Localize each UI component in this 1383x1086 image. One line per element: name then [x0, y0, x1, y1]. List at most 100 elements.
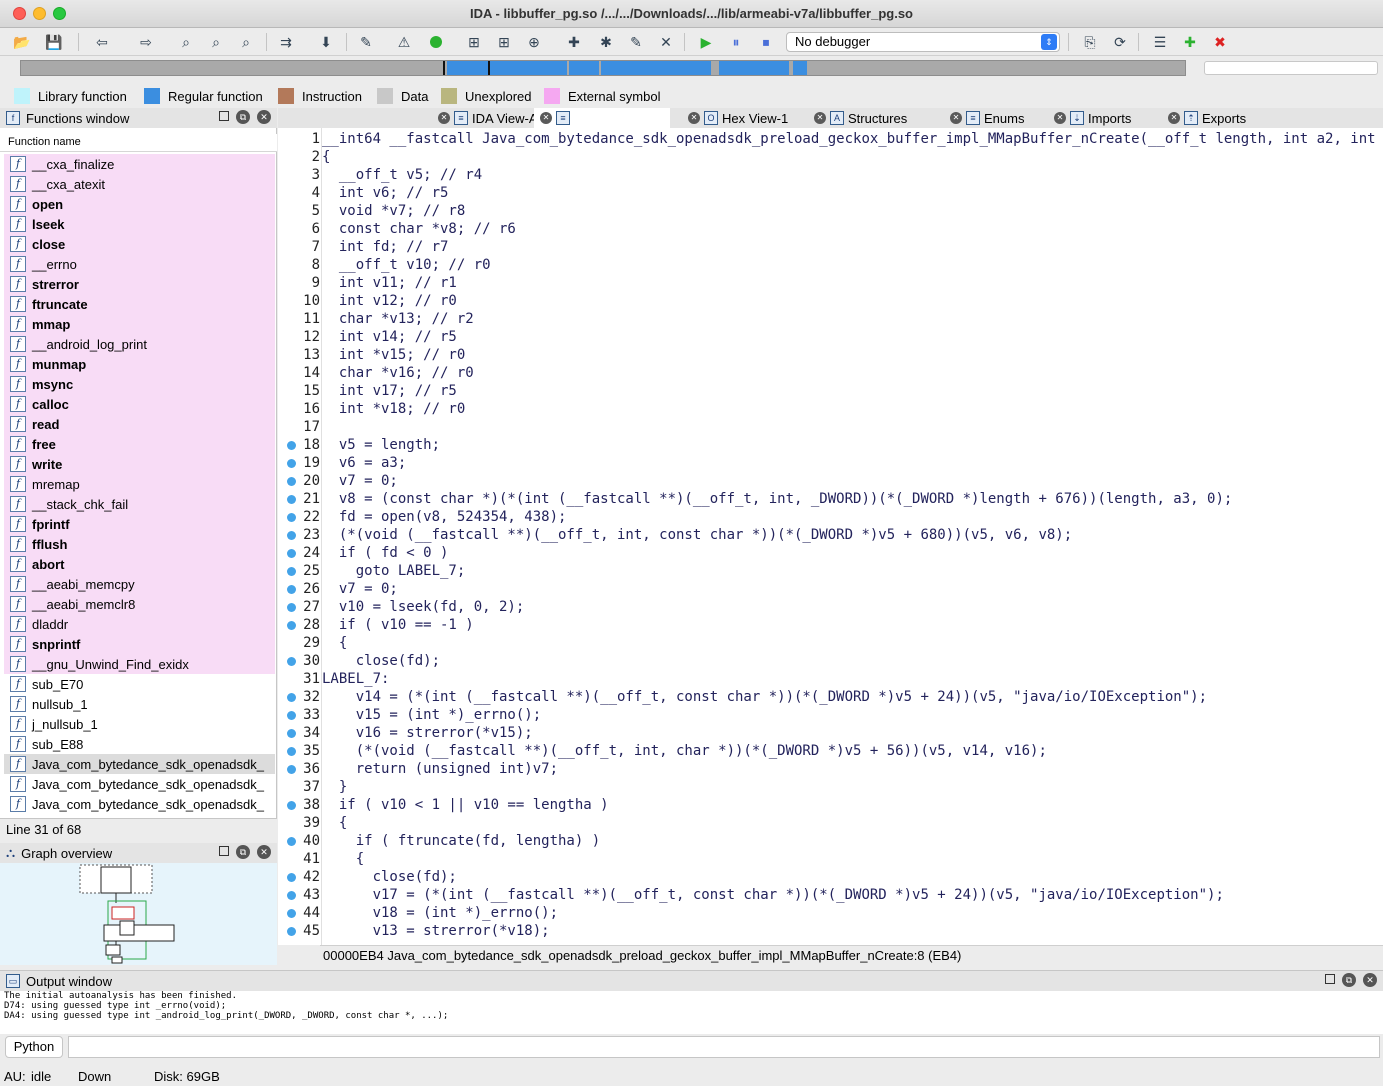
search-binary-icon[interactable]: ⌕ [236, 32, 256, 52]
function-list-item[interactable]: f ftruncate [4, 294, 275, 314]
debugger-select[interactable]: No debugger ⇕ [786, 32, 1060, 52]
enum-icon[interactable]: ⊞ [494, 32, 514, 52]
back-arrow-icon[interactable]: ⇦ [92, 32, 112, 52]
tab-structures[interactable]: ✕ A Structures [808, 108, 913, 128]
code-line[interactable]: 6 const char *v8; // r6 [278, 220, 1383, 238]
add-green-icon[interactable]: ✚ [564, 32, 584, 52]
float-panel-icon[interactable]: ⧉ [1342, 973, 1356, 987]
graph-overview-canvas[interactable] [0, 863, 277, 965]
function-list-item[interactable]: f close [4, 234, 275, 254]
code-line[interactable]: 27 v10 = lseek(fd, 0, 2); [278, 598, 1383, 616]
binoculars-icon[interactable]: ⌕ [176, 32, 196, 52]
function-name-column-header[interactable]: Function name [0, 134, 277, 152]
code-line[interactable]: 31 LABEL_7: [278, 670, 1383, 688]
float-panel-icon[interactable]: ⧉ [236, 110, 250, 124]
code-line[interactable]: 2{ [278, 148, 1383, 166]
add-icon[interactable]: ⊕ [524, 32, 544, 52]
code-line[interactable]: 25 goto LABEL_7; [278, 562, 1383, 580]
save-icon[interactable]: 💾 [44, 32, 64, 52]
code-line[interactable]: 40 if ( ftruncate(fd, lengtha) ) [278, 832, 1383, 850]
function-list-item[interactable]: f strerror [4, 274, 275, 294]
run-play-icon[interactable]: ▶ [696, 32, 716, 52]
pause-icon[interactable]: ⏸ [726, 32, 746, 52]
code-line[interactable]: 14 char *v16; // r0 [278, 364, 1383, 382]
code-line[interactable]: 9 int v11; // r1 [278, 274, 1383, 292]
code-line[interactable]: 37 } [278, 778, 1383, 796]
code-line[interactable]: 42 close(fd); [278, 868, 1383, 886]
tab-ida-view-a[interactable]: ✕ ≡ IDA View-A [432, 108, 544, 128]
list-icon[interactable]: ☰ [1150, 32, 1170, 52]
maximize-panel-icon[interactable] [219, 111, 229, 121]
struct-icon[interactable]: ⊞ [464, 32, 484, 52]
code-line[interactable]: 29 { [278, 634, 1383, 652]
function-list-item[interactable]: f dladdr [4, 614, 275, 634]
maximize-panel-icon[interactable] [219, 846, 229, 856]
close-tab-icon[interactable]: ✕ [688, 112, 700, 124]
tab-exports[interactable]: ✕ ⇡ Exports [1162, 108, 1252, 128]
code-line[interactable]: 30 close(fd); [278, 652, 1383, 670]
function-list-item[interactable]: f j_nullsub_1 [4, 714, 275, 734]
code-line[interactable]: 16 int *v18; // r0 [278, 400, 1383, 418]
warning-icon[interactable]: ⚠ [394, 32, 414, 52]
code-line[interactable]: 28 if ( v10 == -1 ) [278, 616, 1383, 634]
tab-hex-view-1[interactable]: ✕ O Hex View-1 [682, 108, 794, 128]
code-line[interactable]: 21 v8 = (const char *)(*(int (__fastcall… [278, 490, 1383, 508]
code-line[interactable]: 24 if ( fd < 0 ) [278, 544, 1383, 562]
code-line[interactable]: 13 int *v15; // r0 [278, 346, 1383, 364]
code-line[interactable]: 39 { [278, 814, 1383, 832]
function-list-item[interactable]: f Java_com_bytedance_sdk_openadsdk_ [4, 754, 275, 774]
function-list-item[interactable]: f write [4, 454, 275, 474]
attach-icon[interactable]: ⎘ [1080, 32, 1100, 52]
function-list-item[interactable]: f open [4, 194, 275, 214]
code-line[interactable]: 22 fd = open(v8, 524354, 438); [278, 508, 1383, 526]
function-list-item[interactable]: f fflush [4, 534, 275, 554]
code-line[interactable]: 4 int v6; // r5 [278, 184, 1383, 202]
open-file-icon[interactable]: 📂 [12, 32, 32, 52]
function-list-item[interactable]: f Java_com_bytedance_sdk_openadsdk_ [4, 774, 275, 794]
close-panel-icon[interactable]: ✕ [257, 845, 271, 859]
code-line[interactable]: 33 v15 = (int *)_errno(); [278, 706, 1383, 724]
green-dot-icon[interactable] [426, 32, 446, 52]
code-line[interactable]: 26 v7 = 0; [278, 580, 1383, 598]
function-list-item[interactable]: f nullsub_1 [4, 694, 275, 714]
function-list-item[interactable]: f read [4, 414, 275, 434]
function-list-item[interactable]: f Java_com_bytedance_sdk_openadsdk_ [4, 794, 275, 814]
close-tab-icon[interactable]: ✕ [540, 112, 552, 124]
close-tab-icon[interactable]: ✕ [814, 112, 826, 124]
function-list-item[interactable]: f sub_E70 [4, 674, 275, 694]
function-list-item[interactable]: f mremap [4, 474, 275, 494]
nav-search-field[interactable] [1204, 61, 1378, 75]
code-line[interactable]: 35 (*(void (__fastcall **)(__off_t, int,… [278, 742, 1383, 760]
edit-icon[interactable]: ✎ [626, 32, 646, 52]
code-line[interactable]: 1 __int64 __fastcall Java_com_bytedance_s… [278, 130, 1383, 148]
float-panel-icon[interactable]: ⧉ [236, 845, 250, 859]
function-list-item[interactable]: f __stack_chk_fail [4, 494, 275, 514]
add-breakpoint-icon[interactable]: ✚ [1180, 32, 1200, 52]
tab-pseudocode[interactable]: ✕ ≡ [534, 108, 670, 128]
code-line[interactable]: 12 int v14; // r5 [278, 328, 1383, 346]
python-command-input[interactable] [68, 1036, 1380, 1058]
function-list-item[interactable]: f snprintf [4, 634, 275, 654]
script-icon[interactable]: ✎ [356, 32, 376, 52]
close-panel-icon[interactable]: ✕ [1363, 973, 1377, 987]
close-tab-icon[interactable]: ✕ [950, 112, 962, 124]
code-line[interactable]: 7 int fd; // r7 [278, 238, 1383, 256]
navigation-strip[interactable] [20, 60, 1186, 76]
function-list-item[interactable]: f sub_E88 [4, 734, 275, 754]
function-list-item[interactable]: f __gnu_Unwind_Find_exidx [4, 654, 275, 674]
code-line[interactable]: 45 v13 = strerror(*v18); [278, 922, 1383, 940]
refresh-icon[interactable]: ⟳ [1110, 32, 1130, 52]
function-list-item[interactable]: f lseek [4, 214, 275, 234]
puzzle-icon[interactable]: ✱ [596, 32, 616, 52]
code-line[interactable]: 5 void *v7; // r8 [278, 202, 1383, 220]
tab-enums[interactable]: ✕ ≡ Enums [944, 108, 1030, 128]
close-tab-icon[interactable]: ✕ [438, 112, 450, 124]
maximize-panel-icon[interactable] [1325, 974, 1335, 984]
code-line[interactable]: 34 v16 = strerror(*v15); [278, 724, 1383, 742]
function-list-item[interactable]: f __errno [4, 254, 275, 274]
close-panel-icon[interactable]: ✕ [257, 110, 271, 124]
code-line[interactable]: 17 [278, 418, 1383, 436]
function-list-item[interactable]: f abort [4, 554, 275, 574]
function-list-item[interactable]: f __android_log_print [4, 334, 275, 354]
code-line[interactable]: 41 { [278, 850, 1383, 868]
